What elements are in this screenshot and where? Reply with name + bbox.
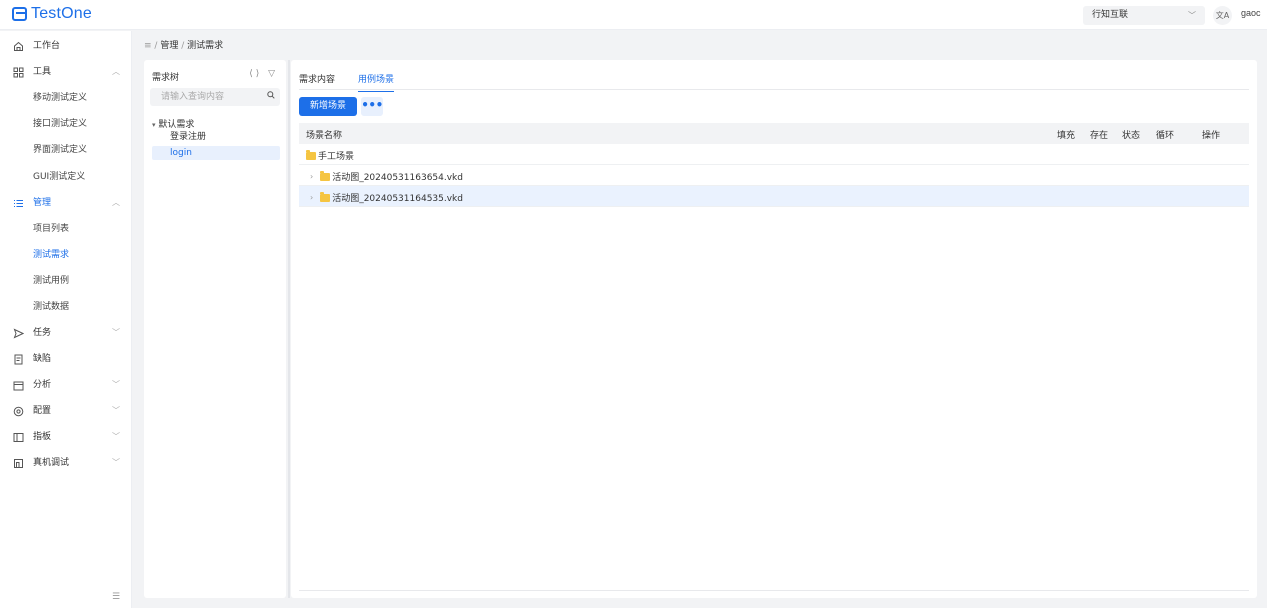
sidebar-item-project-list[interactable]: 项目列表 [0,216,132,242]
sidebar-item-label: 工作台 [33,41,61,51]
tab-divider [299,89,1249,90]
home-icon [12,40,24,52]
chevron-up-icon: ︿ [112,198,120,207]
sidebar-item-defects[interactable]: 缺陷 [0,346,132,372]
org-select-value: 行知互联 [1092,10,1129,20]
search-icon[interactable] [267,88,275,106]
chevron-up-icon: ︿ [112,67,120,76]
add-scenario-button[interactable]: 新增场景 [299,97,357,116]
scenario-name: 活动图_20240531163654.vkd [332,173,463,183]
chevron-down-icon: ﹀ [112,406,120,415]
sidebar-item-device-debug[interactable]: 真机调试 ﹀ [0,450,132,476]
chevron-down-icon: ﹀ [112,380,120,389]
tree-leaf-login[interactable]: login [152,146,280,160]
breadcrumb-separator: / [181,41,185,51]
search-placeholder: 请输入查询内容 [161,92,225,102]
table-header: 场景名称 填充 存在 状态 循环 操作 [299,123,1249,144]
panel-splitter[interactable] [288,60,290,598]
column-header-name: 场景名称 [306,131,343,141]
folder-icon [320,191,331,202]
sidebar-item-label: 真机调试 [33,458,70,468]
tree-title: 需求树 [152,73,180,83]
board-icon [12,431,24,443]
scenario-panel: 需求内容 用例场景 新增场景 ••• 场景名称 填充 存在 状态 循环 操作 手… [291,60,1257,598]
requirement-tree-panel: 需求树 ⟨⟩ ▽ 请输入查询内容 ▾ 默认需求 登录注册 login [144,60,286,598]
user-name[interactable]: gaoc [1241,8,1261,18]
sidebar-item-gui-test-def[interactable]: GUI测试定义 [0,164,132,190]
more-actions-button[interactable]: ••• [361,97,383,116]
app-logo[interactable]: TestOne [12,5,92,23]
column-header-fill: 填充 [1057,131,1076,141]
sidebar-item-label: 指板 [33,432,52,442]
table-footer-divider [299,590,1249,591]
sidebar-item-analysis[interactable]: 分析 ﹀ [0,372,132,398]
sidebar-item-label: 工具 [33,67,52,77]
chevron-down-icon: ﹀ [112,328,120,337]
sidebar-item-test-data[interactable]: 测试数据 [0,294,132,320]
breadcrumb-menu-icon[interactable]: ≡ [144,41,152,51]
tree-root-node[interactable]: ▾ 默认需求 [152,117,194,130]
sidebar-item-api-test-def[interactable]: 接口测试定义 [0,111,132,137]
column-header-status: 状态 [1122,131,1141,141]
scenario-name: 手工场景 [318,152,355,162]
top-bar: TestOne 行知互联 ﹀ 文A gaoc [0,0,1267,30]
chevron-right-icon[interactable]: › [310,172,313,181]
sidebar-item-label: 配置 [33,406,52,416]
tree-search-input[interactable]: 请输入查询内容 [150,88,280,106]
tree-tools-icon[interactable]: ⟨⟩ ▽ [249,69,278,79]
table-row[interactable]: 手工场景 [299,144,1249,165]
chevron-down-icon: ﹀ [112,458,120,467]
chevron-right-icon[interactable]: › [310,193,313,202]
table-row[interactable]: › 活动图_20240531164535.vkd [299,186,1249,207]
logo-text: TestOne [31,5,92,22]
send-icon [12,327,24,339]
sidebar-item-label: 分析 [33,380,52,390]
list-icon [12,197,24,209]
sidebar: 工作台 工具 ︿ 移动测试定义 接口测试定义 界面测试定义 GUI测试定义 管理… [0,31,132,608]
folder-icon [306,149,316,160]
chevron-down-icon: ﹀ [112,432,120,441]
grid-icon [12,66,24,78]
tree-leaf-login-register[interactable]: 登录注册 [152,130,280,144]
sidebar-item-label: 任务 [33,328,52,338]
doc-icon [12,353,24,365]
column-header-action: 操作 [1202,131,1221,141]
folder-icon [320,170,331,181]
sidebar-item-workbench[interactable]: 工作台 [0,33,132,59]
breadcrumb-parent[interactable]: 管理 [160,41,178,51]
table-row[interactable]: › 活动图_20240531163654.vkd [299,165,1249,186]
scenario-name: 活动图_20240531164535.vkd [332,194,463,204]
sidebar-item-test-cases[interactable]: 测试用例 [0,268,132,294]
column-header-exist: 存在 [1090,131,1109,141]
sidebar-item-tasks[interactable]: 任务 ﹀ [0,320,132,346]
menu-fold-icon[interactable]: ☰ [112,592,120,602]
sidebar-item-mobile-test-def[interactable]: 移动测试定义 [0,85,132,111]
sidebar-item-config[interactable]: 配置 ﹀ [0,398,132,424]
chevron-down-icon: ﹀ [1188,11,1196,20]
tree-node-label: 默认需求 [158,120,195,130]
sidebar-item-tools[interactable]: 工具 ︿ [0,59,132,85]
settings-icon [12,405,24,417]
sidebar-item-label: 缺陷 [33,354,52,364]
breadcrumb-separator: / [154,41,158,51]
calendar-icon [12,379,24,391]
logo-icon [12,7,27,21]
caret-down-icon[interactable]: ▾ [152,121,156,129]
translate-icon[interactable]: 文A [1213,6,1232,25]
breadcrumb: ≡ / 管理 / 测试需求 [144,38,223,51]
sidebar-item-board[interactable]: 指板 ﹀ [0,424,132,450]
breadcrumb-current: 测试需求 [187,41,224,51]
org-select[interactable]: 行知互联 ﹀ [1083,6,1205,25]
sidebar-item-ui-test-def[interactable]: 界面测试定义 [0,137,132,163]
sidebar-item-manage[interactable]: 管理 ︿ [0,190,132,216]
column-header-loop: 循环 [1156,131,1175,141]
sidebar-item-label: 管理 [33,198,52,208]
device-icon [12,457,24,469]
sidebar-item-test-requirements[interactable]: 测试需求 [0,242,132,268]
